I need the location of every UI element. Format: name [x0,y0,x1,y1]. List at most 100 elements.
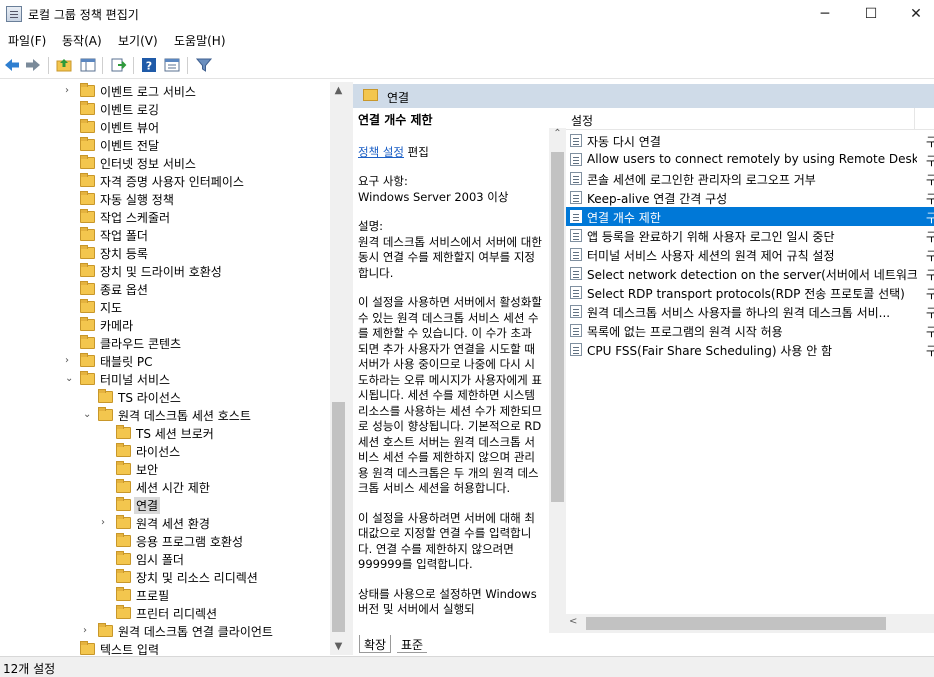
tab-extended[interactable]: 확장 [359,635,392,653]
chevron-down-icon[interactable]: ⌄ [65,370,75,388]
toolbar: ? [0,52,934,79]
setting-row[interactable]: 콘솔 세션에 로그인한 관리자의 로그오프 거부 구 [566,169,934,188]
tree-item[interactable]: TS 라이선스 [0,388,330,406]
tree-item[interactable]: 작업 스케줄러 [0,208,330,226]
setting-row[interactable]: Select RDP transport protocols(RDP 전송 프로… [566,283,934,302]
setting-name: Select RDP transport protocols(RDP 전송 프로… [587,287,905,301]
tree-item[interactable]: 임시 폴더 [0,550,330,568]
tree-item-label: 장치 등록 [100,247,148,261]
setting-row[interactable]: 자동 다시 연결 구 [566,131,934,150]
tree-item[interactable]: › 태블릿 PC [0,352,330,370]
tree-item[interactable]: 클라우드 콘텐츠 [0,334,330,352]
folder-icon [116,605,131,619]
setting-row[interactable]: 터미널 서비스 사용자 세션의 원격 제어 규칙 설정 구 [566,245,934,264]
tree-item[interactable]: TS 세션 브로커 [0,424,330,442]
tree-item-label: 프린터 리디렉션 [136,607,218,621]
tree-item[interactable]: ⌄ 원격 데스크톱 세션 호스트 [0,406,330,424]
tree-item[interactable]: 프린터 리디렉션 [0,604,330,622]
setting-row[interactable]: Allow users to connect remotely by using… [566,150,934,169]
tree-item[interactable]: 응용 프로그램 호환성 [0,532,330,550]
back-arrow-icon[interactable] [3,56,21,74]
menu-action[interactable]: 동작(A) [62,32,102,49]
scroll-up-arrow-icon[interactable]: ⌃ [549,128,566,145]
filter-icon[interactable] [195,56,213,74]
column-header-setting[interactable]: 설정 [571,112,593,129]
tree-item[interactable]: 지도 [0,298,330,316]
tree-item[interactable]: › 원격 세션 환경 [0,514,330,532]
properties-icon[interactable] [163,56,181,74]
export-list-icon[interactable] [109,56,127,74]
chevron-right-icon[interactable]: › [65,352,75,370]
tree-item[interactable]: 장치 및 드라이버 호환성 [0,262,330,280]
folder-icon [80,371,95,385]
tree-item[interactable]: 이벤트 전달 [0,136,330,154]
tree-item[interactable]: 자동 실행 정책 [0,190,330,208]
tree-item-label: 이벤트 뷰어 [100,121,160,135]
chevron-right-icon[interactable]: › [83,622,93,640]
close-button[interactable]: ✕ [893,0,934,28]
tree-item[interactable]: 종료 옵션 [0,280,330,298]
tree-item[interactable]: 연결 [0,496,330,514]
menu-file[interactable]: 파일(F) [8,32,46,49]
tree-item-label: 원격 세션 환경 [136,517,210,531]
window-title: 로컬 그룹 정책 편집기 [28,8,139,22]
folder-icon [80,641,95,655]
console-tree[interactable]: › 이벤트 로그 서비스 이벤트 로깅 이벤트 뷰어 이벤트 전달 인터넷 정보 서비스 자… [0,82,330,655]
tree-item[interactable]: ⌄ 터미널 서비스 [0,370,330,388]
edit-policy-link[interactable]: 정책 설정 [358,145,404,159]
setting-row[interactable]: Select network detection on the server(서… [566,264,934,283]
list-horizontal-scrollbar[interactable]: < [566,614,934,633]
tree-item[interactable]: 이벤트 로깅 [0,100,330,118]
setting-row[interactable]: 목록에 없는 프로그램의 원격 시작 허용 구 [566,321,934,340]
tree-item[interactable]: › 원격 데스크톱 연결 클라이언트 [0,622,330,640]
tree-item[interactable]: 이벤트 뷰어 [0,118,330,136]
requirements-value: Windows Server 2003 이상 [358,189,509,204]
forward-arrow-icon[interactable] [24,56,42,74]
tree-item[interactable]: 보안 [0,460,330,478]
setting-name: 콘솔 세션에 로그인한 관리자의 로그오프 거부 [587,173,816,187]
setting-row[interactable]: 연결 개수 제한 구 [566,207,934,226]
tree-scroll-thumb[interactable] [332,402,345,632]
tree-item[interactable]: 카메라 [0,316,330,334]
tree-item-label: 클라우드 콘텐츠 [100,337,182,351]
tree-item-label: 라이선스 [136,445,181,459]
tree-item[interactable]: 장치 등록 [0,244,330,262]
folder-icon [80,101,95,115]
help-icon[interactable]: ? [140,56,158,74]
list-hscroll-thumb[interactable] [586,617,886,630]
setting-row[interactable]: Keep-alive 연결 간격 구성 구 [566,188,934,207]
policy-setting-icon [570,153,582,166]
tree-item[interactable]: 프로필 [0,586,330,604]
chevron-down-icon[interactable]: ⌄ [83,406,93,424]
scroll-down-arrow-icon[interactable]: ▼ [330,638,347,655]
tree-item[interactable]: 세션 시간 제한 [0,478,330,496]
up-folder-icon[interactable] [55,56,73,74]
setting-row[interactable]: CPU FSS(Fair Share Scheduling) 사용 안 함 구 [566,340,934,359]
tree-item[interactable]: 자격 증명 사용자 인터페이스 [0,172,330,190]
maximize-button[interactable]: ☐ [848,0,894,28]
description-scrollbar[interactable]: ⌃ [549,128,566,633]
tree-item[interactable]: 작업 폴더 [0,226,330,244]
tree-item[interactable]: 인터넷 정보 서비스 [0,154,330,172]
show-hide-console-tree-icon[interactable] [79,56,97,74]
chevron-right-icon[interactable]: › [65,82,75,100]
tab-standard[interactable]: 표준 [397,635,428,653]
tree-item-label: 카메라 [100,319,134,333]
tree-scrollbar[interactable]: ▲ ▼ [330,82,347,655]
menu-help[interactable]: 도움말(H) [174,32,226,49]
menu-view[interactable]: 보기(V) [118,32,158,49]
setting-row[interactable]: 앱 등록을 완료하기 위해 사용자 로그인 일시 중단 구 [566,226,934,245]
column-header[interactable]: 설정 [566,108,934,130]
scroll-left-arrow-icon[interactable]: < [569,616,577,627]
tree-item[interactable]: 텍스트 입력 [0,640,330,655]
setting-row[interactable]: 원격 데스크톱 서비스 사용자를 하나의 원격 데스크톱 서비... 구 [566,302,934,321]
tree-item[interactable]: 라이선스 [0,442,330,460]
minimize-button[interactable]: ─ [802,0,848,28]
scroll-up-arrow-icon[interactable]: ▲ [330,82,347,99]
tree-item[interactable]: › 이벤트 로그 서비스 [0,82,330,100]
tree-item[interactable]: 장치 및 리소스 리디렉션 [0,568,330,586]
chevron-right-icon[interactable]: › [101,514,111,532]
description-scroll-thumb[interactable] [551,152,564,502]
setting-name: Allow users to connect remotely by using… [587,152,917,166]
tree-item-label: 텍스트 입력 [100,643,160,655]
